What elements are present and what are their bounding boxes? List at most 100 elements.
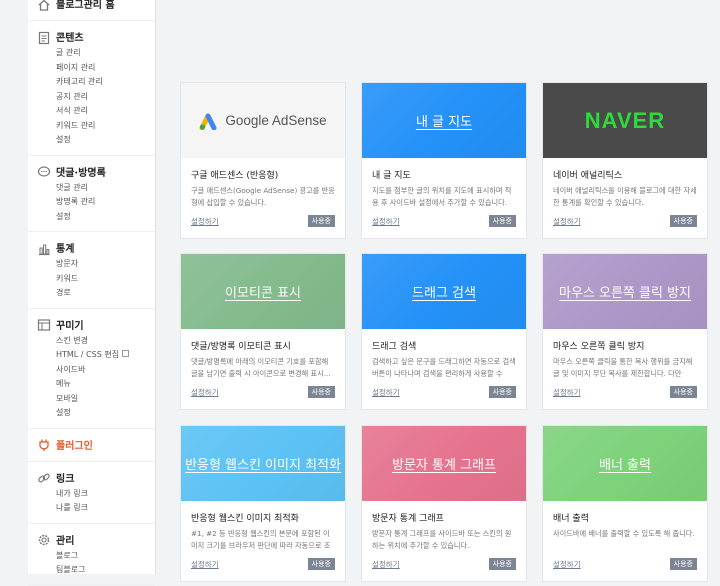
sidebar-item[interactable]: 설정: [28, 210, 155, 225]
plugin-thumbnail[interactable]: 이모티콘 표시: [181, 254, 345, 329]
sidebar-item-label: 키워드: [56, 273, 79, 283]
sidebar-item-label: 키워드 관리: [56, 120, 96, 130]
plugin-description: 방문자 통계 그래프를 사이드바 또는 스킨의 원하는 위치에 추가할 수 있습…: [372, 529, 512, 550]
settings-link[interactable]: 설정하기: [191, 559, 219, 570]
sidebar-item[interactable]: 키워드 관리: [28, 119, 155, 134]
sidebar-section-6[interactable]: 링크: [28, 468, 155, 487]
status-badge: 사용중: [488, 386, 516, 398]
thumbnail-title: 이모티콘 표시: [225, 286, 301, 301]
sidebar-item[interactable]: 블로그: [28, 549, 155, 564]
plugin-card[interactable]: 마우스 오른쪽 클릭 방지 마우스 오른쪽 클릭 방지 마우스 오른쪽 클릭을 통한…: [542, 253, 708, 410]
sidebar-item[interactable]: HTML / CSS 편집: [28, 348, 155, 363]
sidebar-section-title: 꾸미기: [56, 320, 84, 332]
plugin-title: 방문자 통계 그래프: [372, 514, 444, 524]
sidebar-section-title: 콘텐츠: [56, 33, 84, 44]
sidebar-item[interactable]: 스킨 변경: [28, 334, 155, 349]
sidebar-item-label: 사이드바: [56, 364, 86, 374]
settings-link[interactable]: 설정하기: [553, 216, 581, 227]
plugin-thumbnail[interactable]: 방문자 통계 그래프: [362, 426, 526, 501]
plugin-footer: 설정하기 사용중: [372, 214, 516, 228]
status-badge: 사용중: [488, 215, 516, 227]
sidebar-item[interactable]: 경로: [28, 286, 155, 301]
sidebar-item-label: HTML / CSS 편집: [56, 350, 120, 359]
sidebar-section: 링크내가 링크 나를 링크: [28, 462, 155, 524]
plugin-card[interactable]: Google AdSense 구글 애드센스 (반응형) 구글 애드센스(Googl…: [180, 82, 346, 239]
plugin-card[interactable]: NAVER 네이버 애널리틱스 네이버 애널리틱스를 이용해 블로그에 대한 자세한…: [542, 82, 708, 239]
plugin-thumbnail[interactable]: 배너 출력: [543, 426, 707, 501]
sidebar-section-title: 블로그관리 홈: [56, 0, 115, 11]
sidebar-section-0[interactable]: 블로그관리 홈: [28, 0, 155, 13]
sidebar-section: 플러그인: [28, 429, 155, 462]
plugin-thumbnail[interactable]: 반응형 웹스킨 이미지 최적화: [181, 426, 345, 501]
settings-link[interactable]: 설정하기: [191, 216, 219, 227]
sidebar-item[interactable]: 공지 관리: [28, 90, 155, 105]
sidebar-section-3[interactable]: 통계: [28, 238, 155, 257]
sidebar-item-label: 공지 관리: [56, 91, 88, 101]
settings-link[interactable]: 설정하기: [553, 559, 581, 570]
sidebar-item[interactable]: 설정: [28, 133, 155, 148]
settings-link[interactable]: 설정하기: [372, 216, 400, 227]
plugin-footer: 설정하기 사용중: [553, 214, 697, 228]
sidebar-item[interactable]: 팀블로그: [28, 563, 155, 578]
sidebar-item[interactable]: 사이드바: [28, 363, 155, 378]
plugin-title: 내 글 지도: [372, 171, 411, 181]
link-icon: [37, 470, 51, 484]
plugin-footer: 설정하기 사용중: [191, 385, 335, 399]
plugin-thumbnail[interactable]: 내 글 지도: [362, 83, 526, 158]
settings-link[interactable]: 설정하기: [372, 559, 400, 570]
plugin-thumbnail[interactable]: 드래그 검색: [362, 254, 526, 329]
sidebar-item[interactable]: 모바일: [28, 392, 155, 407]
sidebar-item[interactable]: 메뉴: [28, 377, 155, 392]
sidebar-section-7[interactable]: 관리: [28, 530, 155, 549]
sidebar-section-4[interactable]: 꾸미기: [28, 315, 155, 334]
plugin-thumbnail[interactable]: Google AdSense: [181, 83, 345, 158]
sidebar-item-label: 블로그: [56, 550, 79, 560]
sidebar-section-5[interactable]: 플러그인: [28, 435, 155, 454]
settings-link[interactable]: 설정하기: [553, 387, 581, 398]
plugin-card[interactable]: 배너 출력 배너 출력 사이드바에 배너를 출력할 수 있도록 해 줍니다. 설정하기…: [542, 425, 708, 582]
settings-link[interactable]: 설정하기: [191, 387, 219, 398]
plugin-thumbnail[interactable]: 마우스 오른쪽 클릭 방지: [543, 254, 707, 329]
sidebar-item[interactable]: 페이지 관리: [28, 61, 155, 76]
sidebar-item[interactable]: 글 관리: [28, 46, 155, 61]
sidebar-item-label: 글 관리: [56, 48, 81, 57]
sidebar-section: 관리 블로그팀블로그: [28, 524, 155, 586]
external-link-icon: [122, 350, 130, 357]
sidebar-item[interactable]: 나를 링크: [28, 501, 155, 516]
sidebar-section-title: 링크: [56, 473, 75, 485]
plugin-card[interactable]: 반응형 웹스킨 이미지 최적화 반응형 웹스킨 이미지 최적화 #1, #2 등 반…: [180, 425, 346, 582]
sidebar-item-label: 스킨 변경: [56, 335, 88, 345]
sidebar-item[interactable]: 내가 링크: [28, 487, 155, 502]
status-badge: 사용중: [669, 558, 697, 570]
sidebar-item[interactable]: 서식 관리: [28, 104, 155, 119]
sidebar-item[interactable]: 카테고리 관리: [28, 75, 155, 90]
sidebar-item-label: 설정: [56, 135, 71, 144]
plugin-description: 마우스 오른쪽 클릭을 통한 복사 행위를 금지해 글 및 이미지 무단 복사를…: [553, 357, 693, 378]
sidebar-item-label: 모바일: [56, 393, 79, 403]
layout-icon: [37, 317, 51, 331]
status-badge: 사용중: [488, 558, 516, 570]
sidebar-item-label: 메뉴: [56, 379, 71, 388]
sidebar-item[interactable]: 방문자: [28, 257, 155, 272]
plugin-card[interactable]: 드래그 검색 드래그 검색 검색하고 싶은 문구를 드래그하면 자동으로 검색 버튼…: [361, 253, 527, 410]
sidebar-item-label: 방명록 관리: [56, 197, 96, 206]
sidebar-item[interactable]: 설정: [28, 406, 155, 421]
sidebar: 블로그관리 홈 콘텐츠 글 관리 페이지 관리 카테고리 관리 공지 관리 서식 관리 키워드…: [28, 0, 156, 586]
sidebar-item[interactable]: 댓글 관리: [28, 181, 155, 196]
sidebar-section-2[interactable]: 댓글·방명록: [28, 162, 155, 181]
plugin-footer: 설정하기 사용중: [553, 385, 697, 399]
sidebar-item[interactable]: 방명록 관리: [28, 195, 155, 210]
sidebar-item[interactable]: 키워드: [28, 272, 155, 287]
settings-link[interactable]: 설정하기: [372, 387, 400, 398]
plugin-card[interactable]: 방문자 통계 그래프 방문자 통계 그래프 방문자 통계 그래프를 사이드바 또는 …: [361, 425, 527, 582]
plugin-card[interactable]: 이모티콘 표시 댓글/방명록 이모티콘 표시 댓글/방명록에 아래의 이모티콘 기호…: [180, 253, 346, 410]
plugin-card[interactable]: 내 글 지도 내 글 지도 지도를 첨부한 글의 위치를 지도에 표시하며 적용 후…: [361, 82, 527, 239]
status-badge: 사용중: [307, 558, 335, 570]
plugin-footer: 설정하기 사용중: [191, 214, 335, 228]
sidebar-section: 통계 방문자 키워드경로: [28, 232, 155, 309]
thumbnail-title: 내 글 지도: [415, 115, 473, 130]
plugin-thumbnail[interactable]: NAVER: [543, 83, 707, 158]
thumbnail-title: 반응형 웹스킨 이미지 최적화: [185, 458, 341, 473]
sidebar-section-title: 플러그인: [56, 440, 93, 452]
sidebar-section-1[interactable]: 콘텐츠: [28, 27, 155, 46]
